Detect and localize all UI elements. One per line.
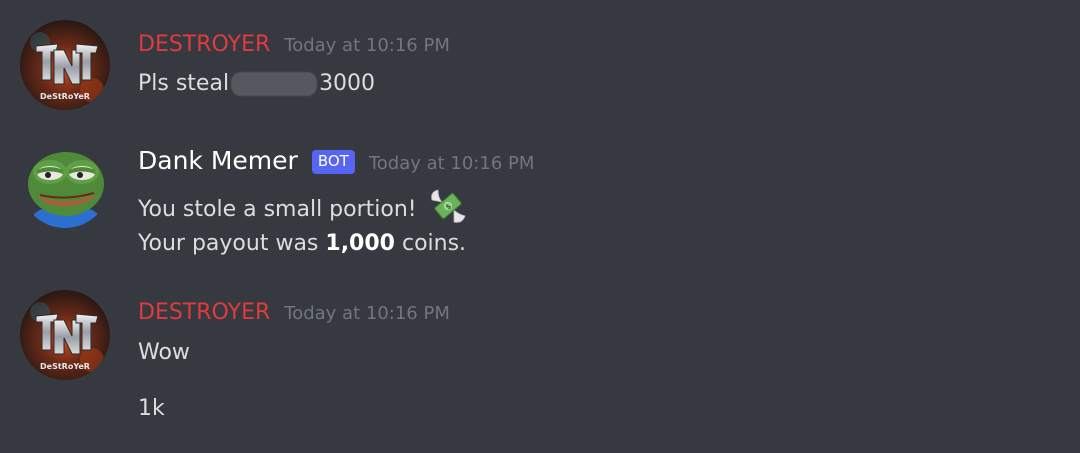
message-text-line: You stole a small portion! xyxy=(138,197,417,222)
message-header: DESTROYER Today at 10:16 PM xyxy=(138,32,450,58)
bot-badge: BOT xyxy=(311,150,355,174)
avatar-label: DeStRoYeR xyxy=(40,92,90,101)
message-text: 1k xyxy=(138,395,165,423)
money-with-wings-icon: $ xyxy=(428,186,468,226)
destroyer-avatar-icon[interactable]: DeStRoYeR xyxy=(20,20,110,110)
timestamp: Today at 10:16 PM xyxy=(284,303,450,324)
message-text-prefix: Your payout was xyxy=(138,231,319,256)
destroyer-avatar-icon[interactable]: DeStRoYeR xyxy=(20,290,110,380)
message-text-suffix: 3000 xyxy=(319,71,376,96)
message-text: You stole a small portion! $ xyxy=(138,189,468,230)
message-text: Wow xyxy=(138,339,190,367)
message-text: Your payout was 1,000 coins. xyxy=(138,230,466,258)
pepe-frog-avatar-icon[interactable] xyxy=(20,138,110,228)
message-text: Pls steal 3000 xyxy=(138,70,375,98)
message-text-line: Wow xyxy=(138,340,190,365)
chat-message-list: DeStRoYeR DESTROYER Today at 10:16 PM Pl… xyxy=(0,0,1080,453)
author-name[interactable]: Dank Memer xyxy=(138,148,298,174)
avatar-label: DeStRoYeR xyxy=(40,362,90,371)
message-text-line: 1k xyxy=(138,396,165,421)
message-text-prefix: Pls steal xyxy=(138,71,230,96)
timestamp: Today at 10:16 PM xyxy=(368,153,535,174)
author-name[interactable]: DESTROYER xyxy=(138,300,270,326)
author-name[interactable]: DESTROYER xyxy=(138,32,270,58)
redacted-region xyxy=(231,72,318,96)
timestamp: Today at 10:16 PM xyxy=(284,35,450,56)
message-text-suffix: coins. xyxy=(401,231,467,256)
message-header: Dank Memer BOT Today at 10:16 PM xyxy=(138,148,534,177)
payout-amount: 1,000 xyxy=(325,231,395,256)
message-header: DESTROYER Today at 10:16 PM xyxy=(138,300,450,326)
